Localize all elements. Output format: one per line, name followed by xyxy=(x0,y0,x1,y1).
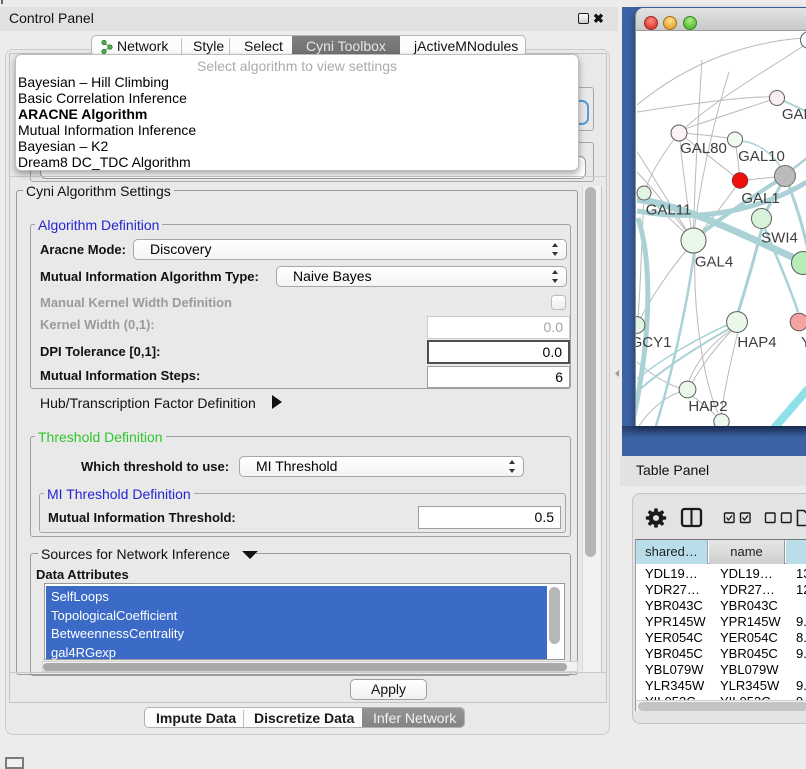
svg-text:GAL10: GAL10 xyxy=(738,148,785,165)
svg-text:GAL1: GAL1 xyxy=(741,190,779,207)
svg-text:HAP4: HAP4 xyxy=(737,334,776,351)
svg-text:GAL7: GAL7 xyxy=(782,106,806,123)
svg-text:GAL11: GAL11 xyxy=(646,202,692,219)
svg-text:SWI4: SWI4 xyxy=(761,230,798,247)
svg-text:GAL4: GAL4 xyxy=(695,254,733,271)
svg-text:HAP2: HAP2 xyxy=(688,398,727,415)
svg-text:YB: YB xyxy=(801,334,806,351)
svg-text:GCY1: GCY1 xyxy=(636,334,671,351)
svg-text:GAL80: GAL80 xyxy=(680,140,727,157)
